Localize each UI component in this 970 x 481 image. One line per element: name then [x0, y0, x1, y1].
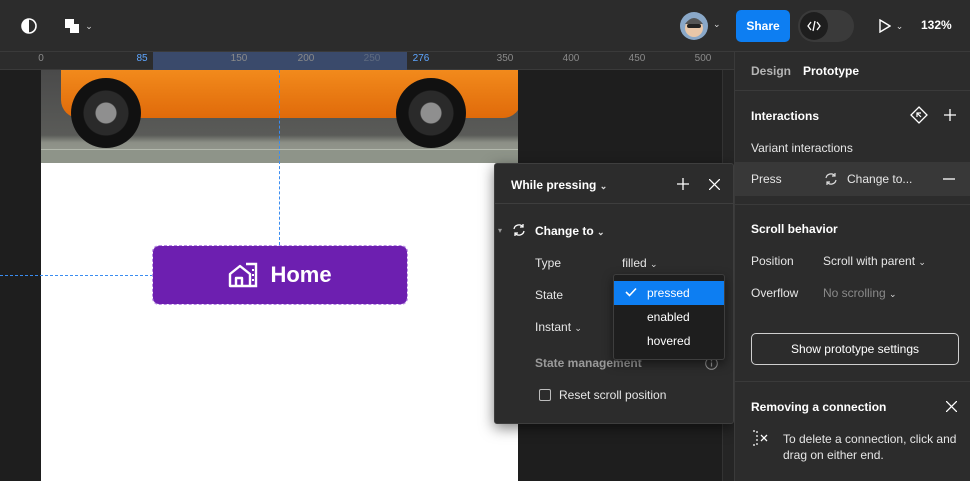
chevron-down-icon: ⌄ — [574, 323, 582, 333]
divider — [735, 204, 970, 205]
ruler-tick: 350 — [496, 53, 514, 64]
code-icon — [800, 12, 828, 40]
chevron-down-icon: ⌄ — [85, 20, 93, 31]
ruler-tick: 0 — [38, 53, 44, 64]
state-option-label: enabled — [647, 310, 690, 324]
measurement-guide-horizontal — [0, 275, 153, 276]
horizontal-ruler: 0 85 150 200 250 276 350 400 450 500 — [0, 52, 734, 70]
transition-value: Instant — [535, 320, 572, 334]
interaction-row-press[interactable]: Press Change to... — [735, 162, 970, 196]
home-button-label: Home — [270, 262, 332, 287]
main-menu-icon[interactable] — [20, 17, 38, 35]
tab-prototype[interactable]: Prototype — [803, 64, 859, 78]
dev-mode-toggle[interactable] — [798, 10, 854, 42]
ruler-tick: 250 — [363, 53, 381, 64]
present-button[interactable]: ⌄ — [876, 18, 906, 34]
position-label: Position — [751, 254, 794, 268]
chevron-down-icon: ⌄ — [889, 289, 897, 299]
measurement-guide-vertical — [279, 70, 280, 245]
ruler-tick: 500 — [694, 53, 712, 64]
collapse-triangle-icon[interactable]: ▾ — [498, 226, 502, 235]
share-button[interactable]: Share — [736, 10, 790, 42]
overflow-label: Overflow — [751, 286, 799, 300]
tip-title: Removing a connection — [751, 400, 887, 414]
ruler-tick: 276 — [412, 53, 430, 64]
zoom-level[interactable]: 132% — [921, 18, 952, 32]
state-option-label: hovered — [647, 334, 691, 348]
ruler-tick: 200 — [297, 53, 315, 64]
add-interaction-icon[interactable] — [942, 107, 958, 123]
tip-text-line-2: drag on either end. — [783, 448, 884, 462]
variant-interactions-label: Variant interactions — [751, 141, 853, 155]
disconnect-icon — [751, 429, 771, 447]
tip-text-line-1: To delete a connection, click and — [783, 432, 957, 446]
chevron-down-icon[interactable]: ⌄ — [713, 19, 721, 30]
scroll-behavior-title: Scroll behavior — [751, 222, 838, 236]
state-label: State — [535, 288, 564, 302]
close-icon[interactable] — [944, 399, 958, 413]
properties-panel: Design Prototype Interactions Variant in… — [734, 52, 970, 481]
chevron-down-icon: ⌄ — [599, 181, 608, 191]
reset-scroll-label: Reset scroll position — [559, 388, 667, 402]
interaction-action: Change to... — [847, 172, 913, 186]
state-option-label: pressed — [647, 286, 690, 300]
check-icon — [625, 281, 637, 305]
type-select[interactable]: filled ⌄ — [622, 256, 658, 270]
interaction-trigger: Press — [751, 172, 782, 186]
divider — [735, 381, 970, 382]
state-option-enabled[interactable]: enabled — [614, 305, 724, 329]
transition-select[interactable]: Instant ⌄ — [535, 320, 582, 334]
ruler-tick: 85 — [136, 53, 148, 64]
play-icon — [879, 19, 891, 33]
shape-tools-icon — [65, 19, 80, 33]
home-icon — [229, 262, 258, 288]
chevron-down-icon: ⌄ — [597, 227, 605, 237]
popup-header: While pressing ⌄ — [495, 164, 733, 204]
state-dropdown-menu: pressed enabled hovered — [613, 274, 725, 360]
home-button-component[interactable]: Home — [152, 245, 408, 305]
chevron-down-icon: ⌄ — [895, 20, 904, 31]
car-wheel — [71, 78, 141, 148]
add-icon[interactable] — [675, 176, 691, 192]
avatar[interactable] — [680, 12, 708, 40]
car-wheel — [396, 78, 466, 148]
top-toolbar: ⌄ ⌄ Share ⌄ 132% — [0, 0, 970, 52]
overflow-select[interactable]: No scrolling ⌄ — [823, 286, 897, 300]
type-value: filled — [622, 256, 647, 270]
position-value: Scroll with parent — [823, 254, 916, 268]
ruler-tick: 150 — [230, 53, 248, 64]
chevron-down-icon: ⌄ — [918, 257, 926, 267]
overflow-value: No scrolling — [823, 286, 886, 300]
divider — [735, 90, 970, 91]
position-select[interactable]: Scroll with parent ⌄ — [823, 254, 926, 268]
trigger-label: While pressing — [511, 178, 597, 192]
interactions-title: Interactions — [751, 109, 820, 123]
shape-tools-menu[interactable]: ⌄ — [60, 16, 96, 36]
trigger-select[interactable]: While pressing ⌄ — [511, 178, 607, 192]
flow-starting-point-icon[interactable] — [909, 105, 929, 125]
show-prototype-settings-button[interactable]: Show prototype settings — [751, 333, 959, 365]
close-icon[interactable] — [706, 176, 722, 192]
swap-icon — [511, 222, 527, 238]
chevron-down-icon: ⌄ — [650, 259, 658, 269]
state-option-pressed[interactable]: pressed — [614, 281, 724, 305]
action-label: Change to — [535, 224, 594, 238]
tab-design[interactable]: Design — [751, 64, 791, 78]
reset-scroll-checkbox[interactable] — [539, 389, 551, 401]
state-option-hovered[interactable]: hovered — [614, 329, 724, 353]
swap-icon — [823, 171, 839, 187]
ruler-tick: 400 — [562, 53, 580, 64]
ruler-tick: 450 — [628, 53, 646, 64]
remove-icon[interactable] — [941, 171, 957, 187]
type-label: Type — [535, 256, 562, 270]
action-select[interactable]: Change to ⌄ — [535, 224, 605, 238]
